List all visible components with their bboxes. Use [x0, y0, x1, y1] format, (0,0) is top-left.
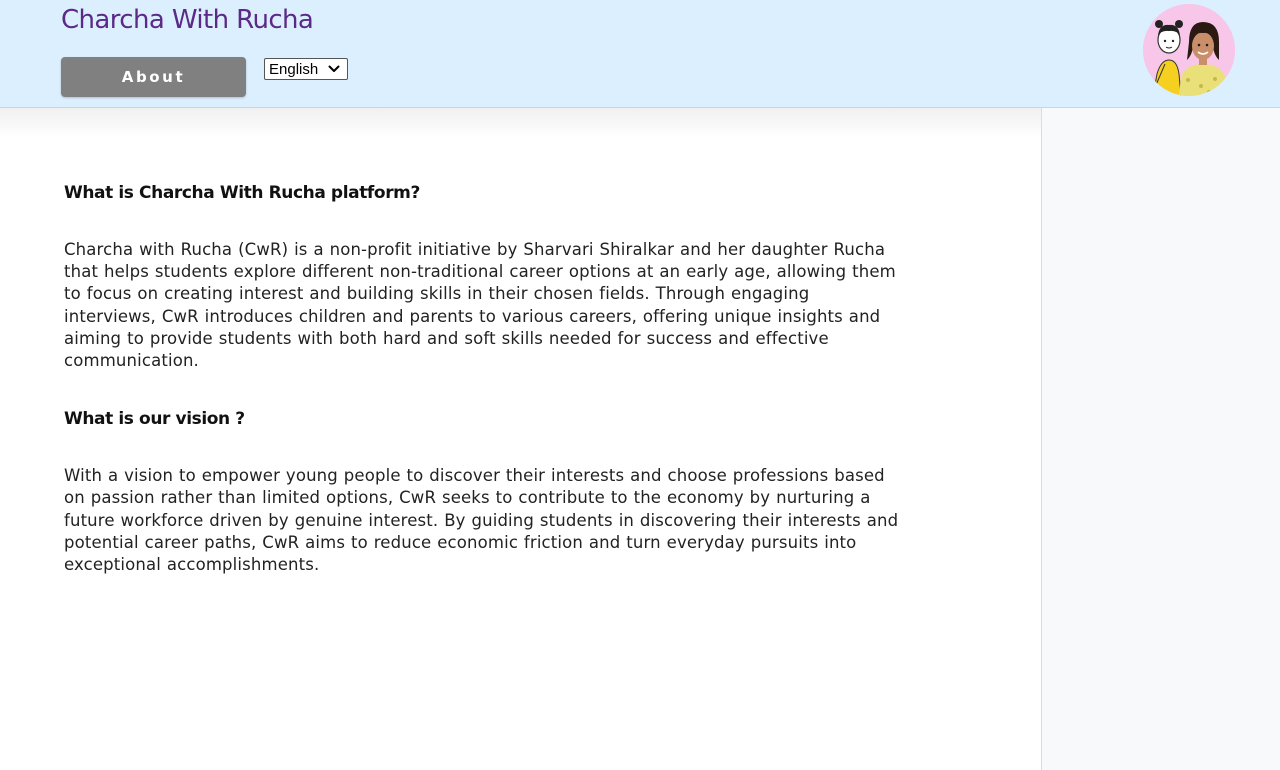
site-header: Charcha With Rucha About English: [0, 0, 1280, 108]
language-select[interactable]: English: [264, 58, 348, 80]
about-button[interactable]: About: [61, 57, 246, 97]
section-body-vision: With a vision to empower young people to…: [64, 466, 899, 575]
chevron-down-icon: [328, 65, 340, 72]
right-sidebar-panel: [1041, 108, 1280, 770]
site-title[interactable]: Charcha With Rucha: [61, 5, 314, 35]
main-content: What is Charcha With Rucha platform? Cha…: [64, 180, 904, 576]
avatar[interactable]: [1143, 4, 1235, 96]
section-heading-platform: What is Charcha With Rucha platform?: [64, 183, 420, 203]
section-body-platform: Charcha with Rucha (CwR) is a non-profit…: [64, 240, 896, 371]
section-heading-vision: What is our vision ?: [64, 409, 245, 430]
about-button-label: About: [121, 68, 186, 86]
language-selected-value: English: [269, 60, 319, 78]
header-shadow: [0, 108, 1041, 138]
avatar-illustration-icon: [1143, 4, 1235, 96]
